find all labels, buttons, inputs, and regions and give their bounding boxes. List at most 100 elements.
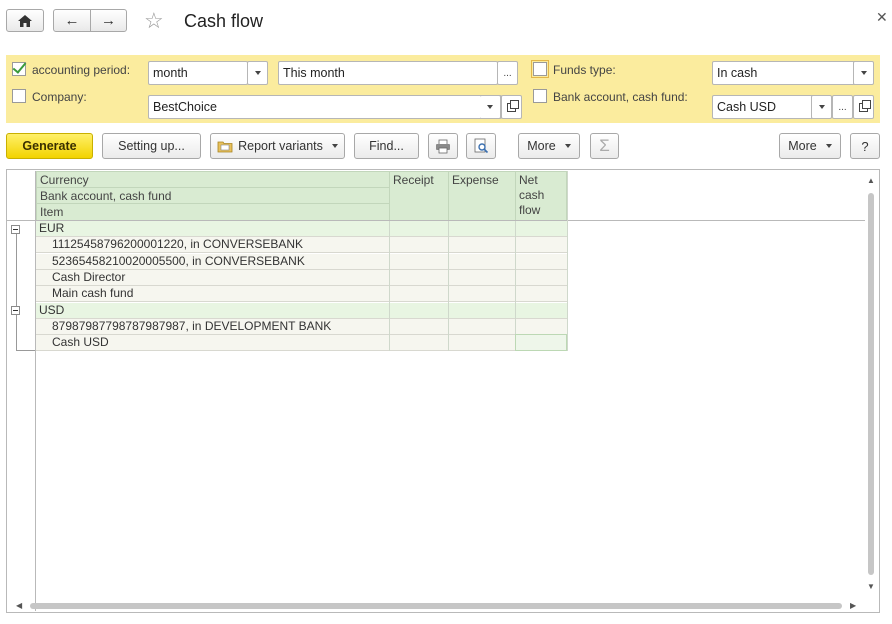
column-separator (515, 221, 516, 351)
header-net-line: cash (519, 188, 545, 202)
row-label: Cash USD (36, 335, 389, 352)
printer-icon (436, 139, 450, 153)
bank-select-button[interactable]: ... (832, 95, 853, 119)
chevron-down-icon (825, 144, 832, 148)
period-label: accounting period: (32, 63, 131, 77)
funds-type-label: Funds type: (553, 63, 616, 77)
preview-button[interactable] (466, 133, 496, 159)
generate-button[interactable]: Generate (6, 133, 93, 159)
funds-type-field[interactable]: In cash (712, 61, 860, 85)
company-field[interactable]: BestChoice (148, 95, 502, 119)
print-button[interactable] (428, 133, 458, 159)
report-variants-button[interactable]: Report variants (210, 133, 345, 159)
more-button-secondary[interactable]: More (779, 133, 841, 159)
expense-cell (448, 286, 515, 303)
open-form-icon (507, 99, 519, 112)
table-row[interactable]: Cash Director (36, 269, 568, 286)
receipt-cell (389, 237, 448, 254)
open-form-icon (859, 99, 871, 112)
bank-open-button[interactable] (853, 95, 874, 119)
more-label: More (527, 139, 556, 153)
group-row[interactable]: USD (36, 302, 568, 319)
scroll-left-icon[interactable]: ◀ (16, 601, 22, 610)
bank-dropdown[interactable] (811, 95, 832, 119)
bank-field[interactable]: Cash USD (712, 95, 822, 119)
period-value-field[interactable]: This month (278, 61, 498, 85)
company-checkbox[interactable] (12, 89, 26, 103)
close-icon[interactable]: ✕ (876, 9, 888, 26)
receipt-cell (389, 286, 448, 303)
company-dropdown[interactable] (480, 95, 501, 119)
expense-cell (448, 253, 515, 270)
expense-cell (448, 335, 515, 352)
help-button[interactable]: ? (850, 133, 880, 159)
chevron-down-icon (254, 71, 261, 75)
receipt-cell (389, 335, 448, 352)
receipt-cell (389, 221, 448, 237)
expense-cell (448, 221, 515, 237)
bank-checkbox[interactable] (533, 89, 547, 103)
vertical-scrollbar[interactable] (868, 193, 874, 575)
collapse-usd-icon[interactable] (11, 306, 20, 315)
history-navigation: ← → (53, 9, 127, 32)
row-label: 11125458796200001220, in CONVERSEBANK (36, 237, 389, 254)
more-label: More (788, 139, 817, 153)
report-grid[interactable]: Currency Bank account, cash fund Item Re… (6, 169, 880, 613)
table-row[interactable]: 87987987798787987987, in DEVELOPMENT BAN… (36, 318, 568, 335)
expense-cell (448, 269, 515, 286)
back-arrow-icon[interactable]: ← (54, 10, 90, 31)
horizontal-scrollbar[interactable] (30, 603, 842, 609)
scroll-down-icon[interactable]: ▼ (867, 582, 875, 591)
selected-cell[interactable] (515, 334, 567, 351)
more-button-main[interactable]: More (518, 133, 580, 159)
report-variants-label: Report variants (238, 139, 323, 153)
tree-line (16, 234, 17, 350)
header-net-line: Net (519, 173, 538, 187)
forward-arrow-icon[interactable]: → (90, 10, 126, 31)
period-select-button[interactable]: ... (497, 61, 518, 85)
period-unit-dropdown[interactable] (247, 61, 268, 85)
chevron-down-icon (487, 105, 493, 109)
setting-up-button[interactable]: Setting up... (102, 133, 201, 159)
chevron-down-icon (818, 105, 825, 109)
funds-type-checkbox[interactable] (531, 60, 549, 78)
table-row[interactable]: Cash USD (36, 335, 568, 352)
expense-cell (448, 237, 515, 254)
net-cash-flow-cell (515, 237, 567, 254)
company-open-button[interactable] (501, 95, 522, 119)
net-cash-flow-cell (515, 269, 567, 286)
row-label: Cash Director (36, 269, 389, 286)
collapse-eur-icon[interactable] (11, 225, 20, 234)
net-cash-flow-cell (515, 253, 567, 270)
net-cash-flow-cell (515, 302, 567, 319)
tree-line (16, 350, 36, 351)
row-label: Main cash fund (36, 286, 389, 303)
header-receipt: Receipt (389, 171, 449, 221)
scroll-up-icon[interactable]: ▲ (867, 176, 875, 185)
receipt-cell (389, 318, 448, 335)
header-expense: Expense (448, 171, 516, 221)
company-label: Company: (32, 90, 87, 104)
funds-type-dropdown[interactable] (853, 61, 874, 85)
favorite-star-icon[interactable]: ☆ (144, 8, 164, 34)
header-bank: Bank account, cash fund (36, 187, 390, 204)
table-row[interactable]: 11125458796200001220, in CONVERSEBANK (36, 237, 568, 254)
table-row[interactable]: 52365458210020005500, in CONVERSEBANK (36, 253, 568, 270)
group-label: EUR (36, 221, 389, 237)
home-button[interactable] (6, 9, 44, 32)
filter-panel: accounting period: month This month ... … (6, 55, 880, 123)
expense-cell (448, 318, 515, 335)
period-checkbox[interactable] (12, 62, 26, 76)
group-row[interactable]: EUR (36, 221, 568, 237)
period-unit-field[interactable]: month (148, 61, 248, 85)
page-title: Cash flow (184, 11, 264, 31)
chevron-down-icon (860, 71, 867, 75)
header-net-line: flow (519, 203, 541, 217)
sum-button[interactable]: Σ (590, 133, 619, 159)
row-label: 52365458210020005500, in CONVERSEBANK (36, 253, 389, 270)
chevron-down-icon (564, 144, 571, 148)
table-row[interactable]: Main cash fund (36, 286, 568, 303)
find-button[interactable]: Find... (354, 133, 419, 159)
header-currency: Currency (36, 171, 390, 188)
scroll-right-icon[interactable]: ▶ (850, 601, 856, 610)
